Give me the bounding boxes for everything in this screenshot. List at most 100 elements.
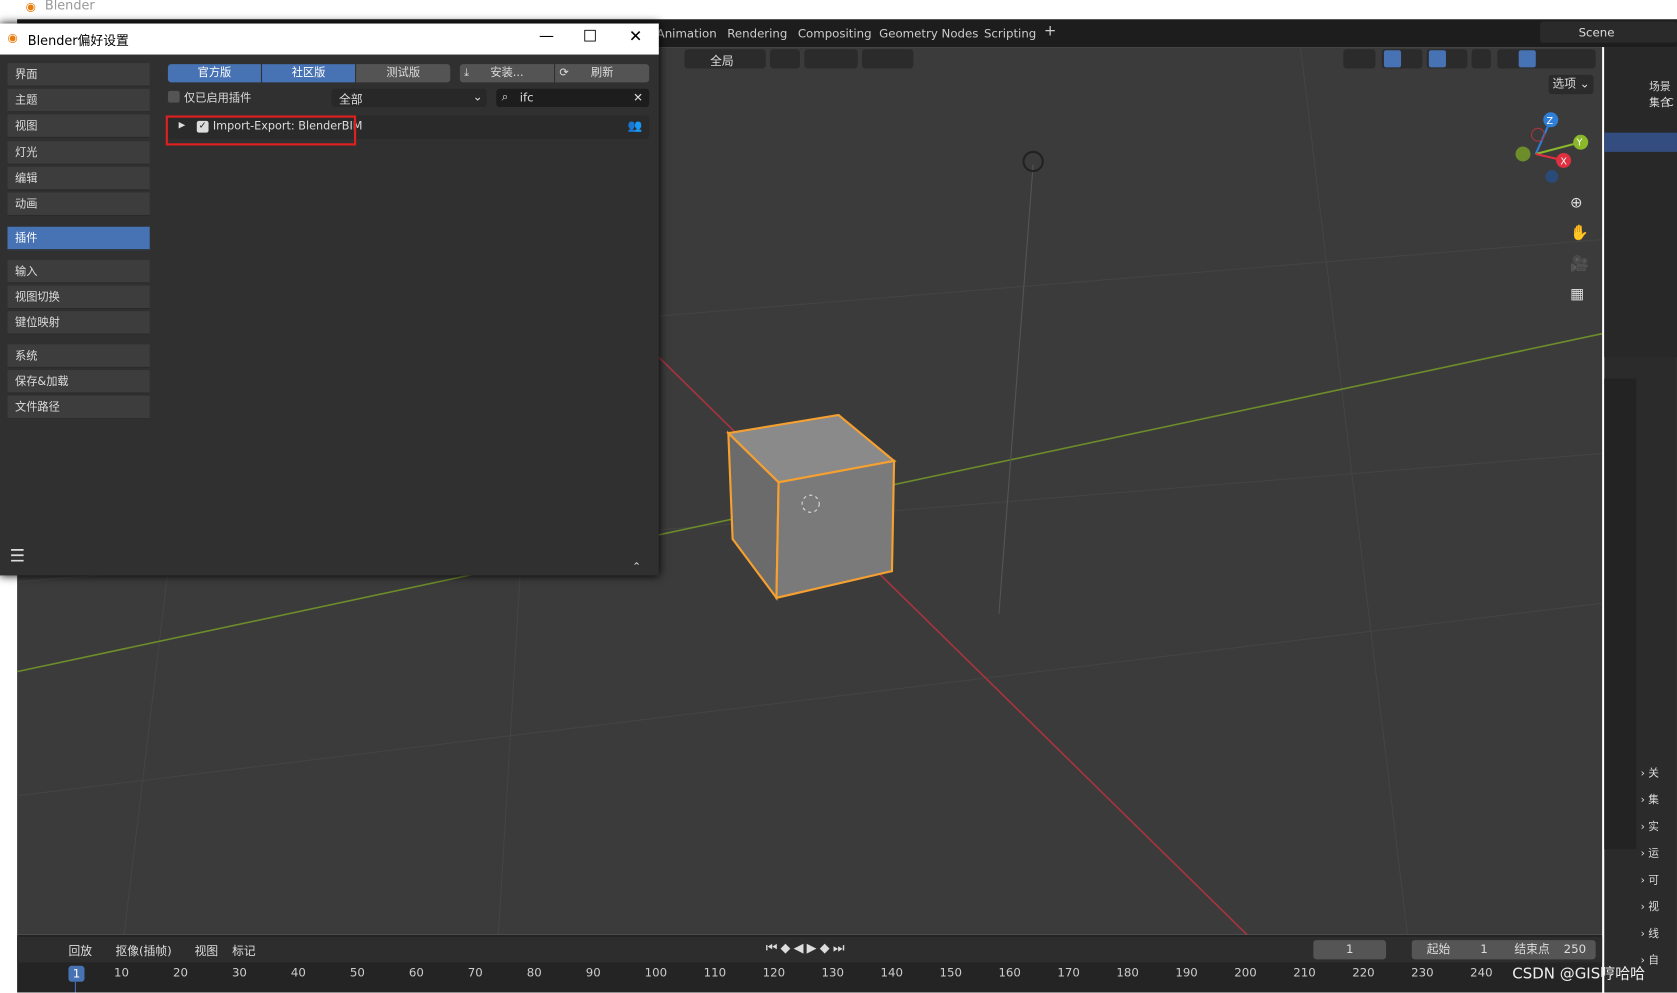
outliner[interactable]: 场景集合 C bbox=[1604, 47, 1677, 358]
frame-range[interactable]: 起始 1 结束点 250 bbox=[1411, 940, 1596, 960]
visibility-dropdown[interactable] bbox=[1343, 49, 1376, 69]
section-header[interactable]: › 自 bbox=[1641, 951, 1677, 978]
sidebar-item[interactable]: 视图 bbox=[7, 114, 150, 138]
timeline-tick: 130 bbox=[821, 965, 845, 980]
clear-search-icon[interactable]: ✕ bbox=[633, 91, 643, 105]
tab-compositing[interactable]: Compositing bbox=[798, 27, 872, 41]
playhead[interactable] bbox=[74, 981, 76, 993]
sidebar-item[interactable]: 动画 bbox=[7, 192, 150, 217]
preferences-window: ◉ Blender偏好设置 — ☐ ✕ 界面 主题 视图 灯光 编辑 动画 插件 输入 视图切换… bbox=[0, 23, 659, 576]
sidebar-item[interactable]: 键位映射 bbox=[7, 311, 150, 335]
refresh-icon: ⟳ bbox=[559, 66, 569, 80]
timeline-tick: 150 bbox=[939, 965, 962, 980]
svg-text:Z: Z bbox=[1546, 116, 1553, 127]
start-frame-field[interactable]: 1 bbox=[1480, 940, 1487, 959]
section-header[interactable]: › 集 bbox=[1641, 790, 1677, 817]
timeline-tick: 210 bbox=[1293, 965, 1316, 980]
enabled-only-checkbox[interactable] bbox=[167, 90, 180, 103]
sidebar-item[interactable]: 灯光 bbox=[7, 141, 150, 165]
section-header[interactable]: › 线 bbox=[1641, 924, 1677, 951]
sidebar-item[interactable]: 界面 bbox=[7, 63, 150, 87]
tab-geometry-nodes[interactable]: Geometry Nodes bbox=[879, 27, 978, 41]
proportional-edit-dropdown[interactable] bbox=[862, 49, 914, 69]
marker-menu[interactable]: 标记 bbox=[232, 942, 256, 959]
install-button[interactable]: ⤓ 安装... bbox=[459, 64, 555, 83]
section-header[interactable]: › 可 bbox=[1641, 871, 1677, 898]
overlay-toggle[interactable] bbox=[1426, 49, 1468, 69]
timeline-tick: 220 bbox=[1352, 965, 1375, 980]
timeline-tick: 120 bbox=[762, 965, 786, 980]
section-header[interactable]: › 关 bbox=[1641, 764, 1677, 791]
hamburger-menu-icon[interactable]: ☰ bbox=[10, 545, 25, 565]
zoom-icon[interactable]: ⊕ bbox=[1570, 195, 1583, 212]
scene-selector[interactable]: Scene bbox=[1540, 21, 1677, 43]
add-workspace-button[interactable]: + bbox=[1044, 22, 1057, 39]
camera-icon[interactable]: 🎥 bbox=[1570, 256, 1589, 273]
sidebar-item[interactable]: 编辑 bbox=[7, 166, 150, 191]
z-axis-line bbox=[998, 164, 1034, 614]
svg-text:X: X bbox=[1560, 157, 1567, 168]
current-frame-field[interactable]: 1 bbox=[1313, 940, 1387, 960]
maximize-button[interactable]: ☐ bbox=[583, 27, 597, 46]
keying-menu[interactable]: 抠像(插帧) bbox=[116, 942, 172, 959]
end-frame-field[interactable]: 250 bbox=[1564, 940, 1586, 959]
sidebar-item[interactable]: 文件路径 bbox=[7, 395, 150, 420]
minimize-button[interactable]: — bbox=[539, 28, 554, 45]
sidebar-item[interactable]: 输入 bbox=[7, 259, 150, 284]
snap-dropdown[interactable] bbox=[804, 49, 858, 69]
playback-menu[interactable]: 回放 bbox=[68, 942, 92, 959]
shading-mode-buttons[interactable] bbox=[1497, 49, 1596, 69]
tab-testing[interactable]: 测试版 bbox=[356, 64, 451, 83]
refresh-button[interactable]: ⟳ 刷新 bbox=[555, 64, 650, 83]
section-header[interactable]: › 实 bbox=[1641, 817, 1677, 844]
perspective-grid-icon[interactable]: ▦ bbox=[1570, 286, 1584, 303]
scene-name: Scene bbox=[1578, 25, 1615, 40]
community-user-icon: 👥 bbox=[627, 118, 643, 133]
timeline-tick: 60 bbox=[408, 965, 424, 980]
sidebar-item[interactable]: 系统 bbox=[7, 344, 150, 368]
tab-rendering[interactable]: Rendering bbox=[727, 27, 787, 41]
collapse-arrow-icon[interactable]: ⌃ bbox=[632, 561, 641, 573]
timeline-tick: 160 bbox=[998, 965, 1021, 980]
timeline-tick: 180 bbox=[1116, 965, 1139, 980]
section-header[interactable]: › 运 bbox=[1641, 844, 1677, 871]
gizmo-toggle[interactable] bbox=[1381, 49, 1423, 69]
orientation-dropdown[interactable]: 全局 bbox=[684, 49, 766, 69]
sidebar-item[interactable]: 视图切换 bbox=[7, 285, 150, 310]
view-menu[interactable]: 视图 bbox=[195, 942, 219, 959]
search-input[interactable]: ⌕ ifc ✕ bbox=[496, 88, 650, 107]
outliner-collection[interactable]: C bbox=[1666, 97, 1673, 109]
timeline-tick: 170 bbox=[1057, 965, 1080, 980]
timeline-tick: 70 bbox=[467, 965, 483, 980]
options-dropdown[interactable]: 选项 ⌄ bbox=[1548, 74, 1594, 95]
timeline-tick: 110 bbox=[703, 965, 727, 980]
watermark: CSDN @GIS哼哈哈 bbox=[1512, 965, 1646, 983]
section-header[interactable]: › 视 bbox=[1641, 897, 1677, 924]
timeline-header: 回放 抠像(插帧) 视图 标记 ⏮◆◀▶◆⏭ 1 起始 1 结束点 250 bbox=[17, 936, 1603, 963]
timeline-tick: 80 bbox=[526, 965, 542, 980]
svg-text:Y: Y bbox=[1575, 137, 1582, 148]
timeline-tick: 40 bbox=[290, 965, 306, 980]
sidebar-item[interactable]: 保存&加载 bbox=[7, 370, 150, 394]
timeline-tick: 100 bbox=[644, 965, 668, 980]
playback-controls[interactable]: ⏮◆◀▶◆⏭ bbox=[766, 940, 848, 956]
tab-animation[interactable]: Animation bbox=[657, 27, 717, 41]
pan-hand-icon[interactable]: ✋ bbox=[1570, 225, 1589, 242]
properties-tabs[interactable] bbox=[1604, 378, 1637, 850]
tab-scripting[interactable]: Scripting bbox=[984, 27, 1036, 41]
default-cube bbox=[726, 413, 897, 601]
tab-community[interactable]: 社区版 bbox=[262, 64, 356, 83]
timeline-tick: 230 bbox=[1411, 965, 1434, 980]
timeline-tick: 30 bbox=[231, 965, 247, 980]
download-icon: ⤓ bbox=[464, 66, 470, 80]
outliner-selected-row[interactable] bbox=[1604, 132, 1677, 152]
tab-official[interactable]: 官方版 bbox=[167, 64, 261, 83]
category-dropdown[interactable]: 全部 ⌄ bbox=[331, 88, 487, 107]
close-button[interactable]: ✕ bbox=[629, 27, 642, 46]
sidebar-item[interactable]: 主题 bbox=[7, 88, 150, 113]
xray-toggle[interactable] bbox=[1471, 49, 1491, 69]
timeline-tick: 240 bbox=[1470, 965, 1493, 980]
sidebar-item[interactable]: 插件 bbox=[7, 226, 150, 251]
timeline-tick: 90 bbox=[585, 965, 601, 980]
pivot-dropdown[interactable] bbox=[770, 49, 800, 69]
